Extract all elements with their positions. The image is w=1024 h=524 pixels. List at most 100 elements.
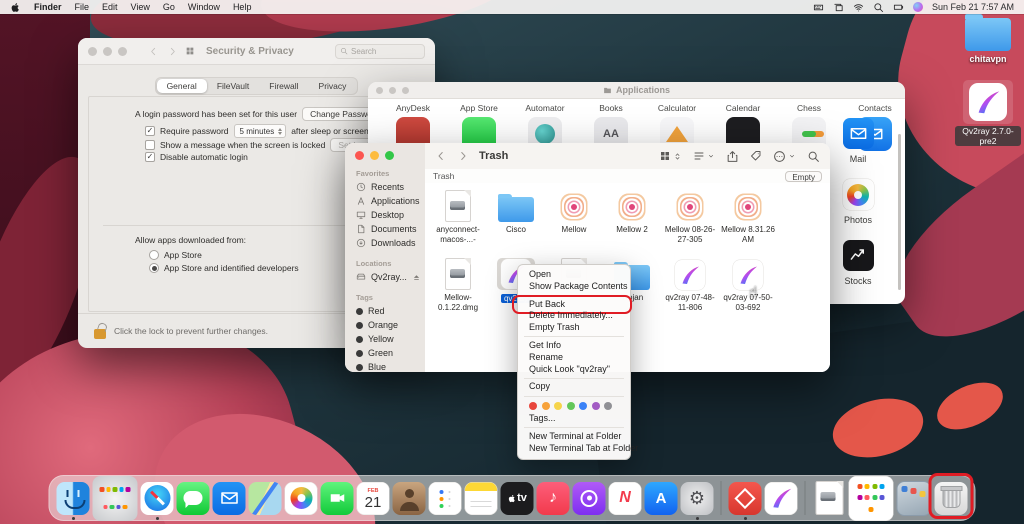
dock-dmg-icon[interactable]: [813, 482, 846, 515]
dock-launchpad-icon[interactable]: [93, 476, 138, 521]
file-mellow[interactable]: Mellow: [545, 186, 603, 235]
dock-messages-icon[interactable]: [177, 482, 210, 515]
tag-color-dot-icon[interactable]: [554, 402, 562, 410]
stocks-app-icon[interactable]: [843, 240, 874, 271]
menu-item-new-terminal-tab-at-folder[interactable]: New Terminal Tab at Folder: [518, 443, 630, 455]
view-options-control[interactable]: [659, 150, 682, 162]
tab-filevault[interactable]: FileVault: [207, 79, 259, 93]
scrollbar[interactable]: [898, 134, 901, 290]
menu-window[interactable]: Window: [188, 2, 220, 12]
unlocked-padlock-icon[interactable]: [94, 329, 106, 339]
dock-qv2ray-icon[interactable]: [765, 482, 798, 515]
dock-facetime-icon[interactable]: [321, 482, 354, 515]
dock-music-icon[interactable]: ♪: [537, 482, 570, 515]
radio-app-store-identified[interactable]: App Store and identified developers: [149, 263, 299, 273]
app-label-anydesk[interactable]: AnyDesk: [380, 103, 446, 113]
file-qv2ray-07-48-11-806[interactable]: qv2ray 07-48-11-806: [661, 254, 719, 312]
dock-contacts-icon[interactable]: [393, 482, 426, 515]
tag-color-dot-icon[interactable]: [567, 402, 575, 410]
security-titlebar[interactable]: Security & Privacy Search: [78, 38, 435, 65]
tag-color-dot-icon[interactable]: [542, 402, 550, 410]
tag-icon[interactable]: [750, 150, 762, 162]
sidebar-tag-orange[interactable]: Orange: [345, 318, 425, 332]
tag-color-dot-icon[interactable]: [592, 402, 600, 410]
tag-color-dot-icon[interactable]: [529, 402, 537, 410]
tag-color-dot-icon[interactable]: [579, 402, 587, 410]
siri-icon[interactable]: [913, 2, 923, 12]
eject-icon[interactable]: [412, 273, 421, 282]
app-label-calculator[interactable]: Calculator: [644, 103, 710, 113]
tab-privacy[interactable]: Privacy: [309, 79, 357, 93]
menu-item-rename[interactable]: Rename: [518, 352, 630, 364]
menu-item-put-back[interactable]: Put Back: [518, 299, 630, 311]
menu-file[interactable]: File: [75, 2, 90, 12]
back-icon[interactable]: [148, 46, 159, 57]
desktop-icon-chitavpn[interactable]: chitavpn: [958, 18, 1018, 64]
app-label-calendar[interactable]: Calendar: [710, 103, 776, 113]
group-by-control[interactable]: [693, 150, 715, 162]
sidebar-item-recents[interactable]: Recents: [345, 180, 425, 194]
app-label-contacts[interactable]: Contacts: [842, 103, 908, 113]
sidebar-item-documents[interactable]: Documents: [345, 222, 425, 236]
radio-icon[interactable]: [149, 250, 159, 260]
menu-bar-clock[interactable]: Sun Feb 21 7:57 AM: [932, 2, 1014, 12]
file-mellow-0-1-22-dmg[interactable]: Mellow-0.1.22.dmg: [429, 254, 487, 312]
apple-menu-icon[interactable]: [10, 2, 21, 13]
close-button[interactable]: [88, 47, 97, 56]
menu-view[interactable]: View: [131, 2, 150, 12]
sidebar-item-applications[interactable]: Applications: [345, 194, 425, 208]
search-icon[interactable]: [807, 150, 820, 163]
app-label-books[interactable]: Books: [578, 103, 644, 113]
share-icon[interactable]: [726, 150, 739, 163]
radio-app-store[interactable]: App Store: [149, 250, 202, 260]
sidebar-item-desktop[interactable]: Desktop: [345, 208, 425, 222]
dock-podcasts-icon[interactable]: [573, 482, 606, 515]
dock-anydesk-icon[interactable]: [729, 482, 762, 515]
dock-calendar-icon[interactable]: FEB21: [357, 482, 390, 515]
wifi-icon[interactable]: [853, 2, 864, 13]
menu-item-new-terminal-at-folder[interactable]: New Terminal at Folder: [518, 431, 630, 443]
sidebar-tag-green[interactable]: Green: [345, 346, 425, 360]
dock-minwindow-icon[interactable]: [897, 481, 932, 516]
desktop-icon-qv2ray[interactable]: Qv2ray 2.7.0-pre2: [955, 80, 1021, 149]
dock-settings-icon[interactable]: ⚙: [681, 482, 714, 515]
menu-item-copy[interactable]: Copy: [518, 381, 630, 393]
file-mellow-08-26-27-305[interactable]: Mellow 08-26-27-305: [661, 186, 719, 244]
menu-item-quick-look-qv2ray-[interactable]: Quick Look "qv2ray": [518, 364, 630, 376]
require-password-checkbox[interactable]: ✓: [145, 126, 155, 136]
menu-item-get-info[interactable]: Get Info: [518, 340, 630, 352]
back-icon[interactable]: [435, 150, 447, 162]
dock-photos-icon[interactable]: [285, 482, 318, 515]
menu-item-tags-[interactable]: Tags...: [518, 413, 630, 425]
dock-finder-icon[interactable]: [57, 482, 90, 515]
minimize-button[interactable]: [370, 151, 379, 160]
menu-edit[interactable]: Edit: [102, 2, 118, 12]
require-password-select[interactable]: 5 minutes: [234, 124, 287, 138]
dock-news-icon[interactable]: N: [609, 482, 642, 515]
nav-arrows[interactable]: [435, 150, 469, 162]
mission-control-icon[interactable]: [833, 2, 844, 13]
sidebar-item-downloads[interactable]: Downloads: [345, 236, 425, 250]
zoom-button[interactable]: [118, 47, 127, 56]
dock-trash-icon[interactable]: [935, 482, 968, 515]
forward-icon[interactable]: [167, 46, 178, 57]
menu-item-empty-trash[interactable]: Empty Trash: [518, 322, 630, 334]
dock-safari-icon[interactable]: [141, 482, 174, 515]
dock-notes-icon[interactable]: [465, 482, 498, 515]
app-label-automator[interactable]: Automator: [512, 103, 578, 113]
dock-mail-icon[interactable]: [213, 482, 246, 515]
dock-appsfolder-icon[interactable]: [849, 476, 894, 521]
dock-tv-icon[interactable]: tv: [501, 482, 534, 515]
minimize-button[interactable]: [103, 47, 112, 56]
file-anyconnect-macos-k9-dmg[interactable]: anyconnect-macos-...-k9.dmg: [429, 186, 487, 245]
dock-appstore-icon[interactable]: A: [645, 482, 678, 515]
app-label-chess[interactable]: Chess: [776, 103, 842, 113]
sidebar-item-qv2ray-volume[interactable]: Qv2ray...: [345, 270, 425, 284]
input-source-icon[interactable]: [813, 2, 824, 13]
applications-titlebar[interactable]: Applications: [368, 82, 905, 99]
show-all-grid-icon[interactable]: [185, 46, 195, 56]
radio-icon[interactable]: [149, 263, 159, 273]
window-controls[interactable]: [88, 47, 127, 56]
file-mellow-8-31-26-am[interactable]: Mellow 8.31.26 AM: [719, 186, 777, 244]
spotlight-icon[interactable]: [873, 2, 884, 13]
